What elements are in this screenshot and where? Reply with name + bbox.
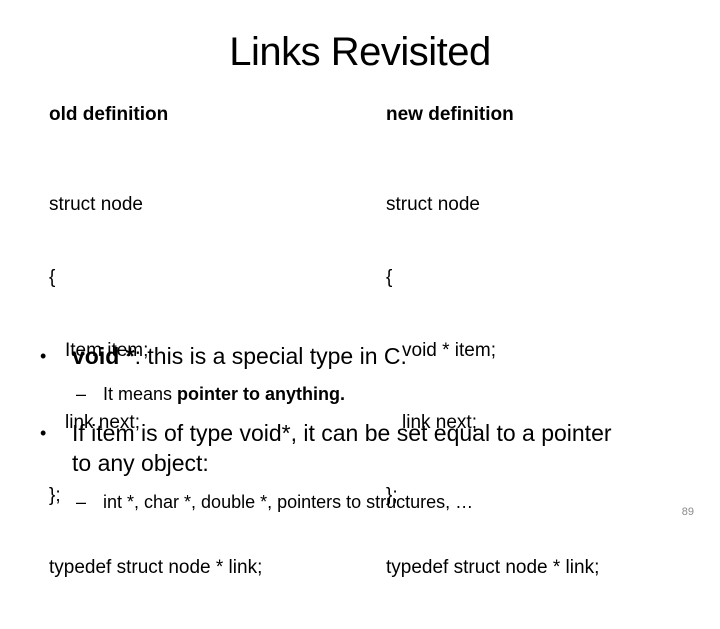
sub-bullet-text: int *, char *, double *, pointers to str… <box>103 492 474 512</box>
sub-bullet-bold-text: pointer to anything. <box>177 384 346 404</box>
bullet-void-pointer: • void *: this is a special type in C. <box>40 341 632 371</box>
new-definition-code: struct node { void * item; link next; };… <box>386 145 599 629</box>
new-definition-heading: new definition <box>386 104 514 125</box>
page-number: 89 <box>681 506 694 518</box>
bullet-bold-term: void * <box>72 343 135 369</box>
code-line: typedef struct node * link; <box>49 557 263 579</box>
bullet-void-assignment: • If item is of type void*, it can be se… <box>40 418 632 478</box>
bullet-marker: • <box>40 423 47 443</box>
code-line: { <box>49 267 56 288</box>
bullet-text: If item is of type void*, it can be set … <box>72 420 612 476</box>
sub-bullet-marker: – <box>76 384 87 404</box>
code-line: struct node <box>49 194 143 216</box>
sub-bullet-text: It means <box>103 384 178 404</box>
bullet-text: : this is a special type in C. <box>134 343 407 369</box>
sub-bullet-marker: – <box>76 492 87 512</box>
bullet-marker: • <box>40 346 47 366</box>
old-definition-heading: old definition <box>49 104 169 125</box>
sub-bullet-pointer-examples: – int *, char *, double *, pointers to s… <box>76 490 473 514</box>
code-line: struct node <box>386 194 480 216</box>
code-line: { <box>386 267 393 288</box>
code-line: typedef struct node * link; <box>386 557 600 579</box>
sub-bullet-pointer-to-anything: – It means pointer to anything. <box>76 382 345 406</box>
slide-title: Links Revisited <box>229 30 491 74</box>
